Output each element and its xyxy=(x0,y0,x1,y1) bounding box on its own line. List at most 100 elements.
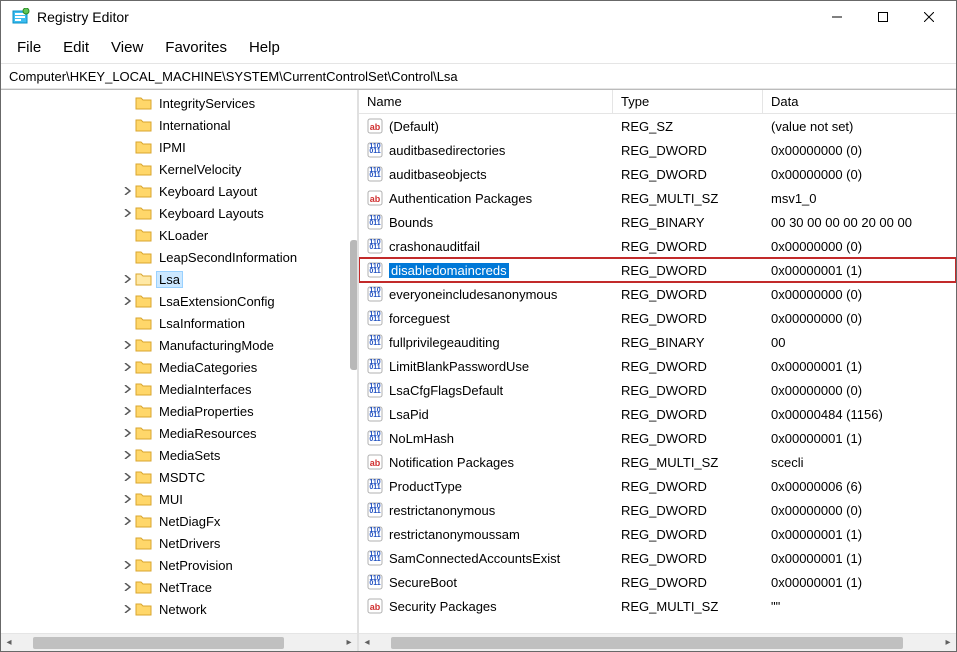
value-row[interactable]: 011110everyoneincludesanonymousREG_DWORD… xyxy=(359,282,956,306)
value-row[interactable]: 011110restrictanonymousREG_DWORD0x000000… xyxy=(359,498,956,522)
minimize-button[interactable] xyxy=(814,1,860,33)
tree-item-leapsecondinformation[interactable]: LeapSecondInformation xyxy=(1,246,357,268)
tree-item-integrityservices[interactable]: IntegrityServices xyxy=(1,92,357,114)
tree-item-international[interactable]: International xyxy=(1,114,357,136)
value-row[interactable]: abAuthentication PackagesREG_MULTI_SZmsv… xyxy=(359,186,956,210)
list-hscrollbar[interactable]: ◂ ▸ xyxy=(359,633,956,651)
scroll-left-arrow[interactable]: ◂ xyxy=(1,637,17,648)
value-row[interactable]: 011110SamConnectedAccountsExistREG_DWORD… xyxy=(359,546,956,570)
tree-item-mediacategories[interactable]: MediaCategories xyxy=(1,356,357,378)
list-hscroll-thumb[interactable] xyxy=(391,637,903,649)
list-pane[interactable]: Name Type Data ab(Default)REG_SZ(value n… xyxy=(359,90,956,651)
tree-item-mediasets[interactable]: MediaSets xyxy=(1,444,357,466)
tree-hscrollbar[interactable]: ◂ ▸ xyxy=(1,633,357,651)
tree-item-msdtc[interactable]: MSDTC xyxy=(1,466,357,488)
cell-type: REG_DWORD xyxy=(613,234,763,258)
value-row[interactable]: abSecurity PackagesREG_MULTI_SZ"" xyxy=(359,594,956,618)
svg-text:011110: 011110 xyxy=(369,503,380,515)
value-row[interactable]: 011110fullprivilegeauditingREG_BINARY00 xyxy=(359,330,956,354)
value-row[interactable]: 011110BoundsREG_BINARY00 30 00 00 00 20 … xyxy=(359,210,956,234)
folder-icon xyxy=(135,160,153,178)
tree-item-manufacturingmode[interactable]: ManufacturingMode xyxy=(1,334,357,356)
tree-item-netdrivers[interactable]: NetDrivers xyxy=(1,532,357,554)
chevron-icon[interactable] xyxy=(121,517,135,525)
menu-view[interactable]: View xyxy=(101,35,153,60)
address-bar[interactable]: Computer\HKEY_LOCAL_MACHINE\SYSTEM\Curre… xyxy=(1,63,956,89)
menu-file[interactable]: File xyxy=(7,35,51,60)
value-row[interactable]: 011110auditbaseobjectsREG_DWORD0x0000000… xyxy=(359,162,956,186)
value-row[interactable]: 011110disabledomaincredsREG_DWORD0x00000… xyxy=(359,258,956,282)
value-row[interactable]: 011110LimitBlankPasswordUseREG_DWORD0x00… xyxy=(359,354,956,378)
chevron-icon[interactable] xyxy=(121,363,135,371)
tree-item-keyboard-layout[interactable]: Keyboard Layout xyxy=(1,180,357,202)
close-button[interactable] xyxy=(906,1,952,33)
value-row[interactable]: 011110ProductTypeREG_DWORD0x00000006 (6) xyxy=(359,474,956,498)
chevron-icon[interactable] xyxy=(121,473,135,481)
chevron-icon[interactable] xyxy=(121,385,135,393)
tree-item-mui[interactable]: MUI xyxy=(1,488,357,510)
value-row[interactable]: 011110SecureBootREG_DWORD0x00000001 (1) xyxy=(359,570,956,594)
tree-item-nettrace[interactable]: NetTrace xyxy=(1,576,357,598)
chevron-icon[interactable] xyxy=(121,605,135,613)
tree-hscroll-thumb[interactable] xyxy=(33,637,284,649)
chevron-icon[interactable] xyxy=(121,187,135,195)
chevron-icon[interactable] xyxy=(121,297,135,305)
chevron-icon[interactable] xyxy=(121,429,135,437)
column-header-data[interactable]: Data xyxy=(763,90,956,113)
tree-scrollbar[interactable] xyxy=(348,130,357,450)
column-header-type[interactable]: Type xyxy=(613,90,763,113)
chevron-icon[interactable] xyxy=(121,561,135,569)
maximize-button[interactable] xyxy=(860,1,906,33)
value-row[interactable]: 011110LsaCfgFlagsDefaultREG_DWORD0x00000… xyxy=(359,378,956,402)
tree-item-kloader[interactable]: KLoader xyxy=(1,224,357,246)
tree-body[interactable]: IntegrityServicesInternationalIPMIKernel… xyxy=(1,90,357,633)
cell-type: REG_DWORD xyxy=(613,474,763,498)
chevron-icon[interactable] xyxy=(121,209,135,217)
value-row[interactable]: abNotification PackagesREG_MULTI_SZscecl… xyxy=(359,450,956,474)
tree-item-network[interactable]: Network xyxy=(1,598,357,620)
tree-item-lsainformation[interactable]: LsaInformation xyxy=(1,312,357,334)
chevron-icon[interactable] xyxy=(121,407,135,415)
value-row[interactable]: 011110restrictanonymoussamREG_DWORD0x000… xyxy=(359,522,956,546)
scroll-left-arrow[interactable]: ◂ xyxy=(359,637,375,648)
value-row[interactable]: ab(Default)REG_SZ(value not set) xyxy=(359,114,956,138)
cell-type: REG_DWORD xyxy=(613,378,763,402)
binary-value-icon: 011110 xyxy=(367,213,385,231)
chevron-icon[interactable] xyxy=(121,451,135,459)
value-row[interactable]: 011110auditbasedirectoriesREG_DWORD0x000… xyxy=(359,138,956,162)
scroll-right-arrow[interactable]: ▸ xyxy=(341,637,357,648)
value-name: LimitBlankPasswordUse xyxy=(389,359,529,374)
title-bar[interactable]: Registry Editor xyxy=(1,1,956,33)
cell-data: (value not set) xyxy=(763,114,956,138)
value-row[interactable]: 011110LsaPidREG_DWORD0x00000484 (1156) xyxy=(359,402,956,426)
tree-scroll-thumb[interactable] xyxy=(350,240,357,370)
menu-favorites[interactable]: Favorites xyxy=(155,35,237,60)
menu-help[interactable]: Help xyxy=(239,35,290,60)
tree-item-ipmi[interactable]: IPMI xyxy=(1,136,357,158)
tree-pane[interactable]: IntegrityServicesInternationalIPMIKernel… xyxy=(1,90,359,651)
value-row[interactable]: 011110NoLmHashREG_DWORD0x00000001 (1) xyxy=(359,426,956,450)
chevron-icon[interactable] xyxy=(121,275,135,283)
list-body[interactable]: ab(Default)REG_SZ(value not set)011110au… xyxy=(359,114,956,633)
cell-data: 0x00000001 (1) xyxy=(763,570,956,594)
tree-item-netdiagfx[interactable]: NetDiagFx xyxy=(1,510,357,532)
tree-item-kernelvelocity[interactable]: KernelVelocity xyxy=(1,158,357,180)
menu-edit[interactable]: Edit xyxy=(53,35,99,60)
tree-item-lsaextensionconfig[interactable]: LsaExtensionConfig xyxy=(1,290,357,312)
cell-name: 011110auditbasedirectories xyxy=(359,138,613,162)
chevron-icon[interactable] xyxy=(121,583,135,591)
tree-item-mediaresources[interactable]: MediaResources xyxy=(1,422,357,444)
tree-item-netprovision[interactable]: NetProvision xyxy=(1,554,357,576)
tree-item-lsa[interactable]: Lsa xyxy=(1,268,357,290)
tree-item-mediainterfaces[interactable]: MediaInterfaces xyxy=(1,378,357,400)
chevron-icon[interactable] xyxy=(121,495,135,503)
chevron-icon[interactable] xyxy=(121,341,135,349)
column-header-name[interactable]: Name xyxy=(359,90,613,113)
tree-item-keyboard-layouts[interactable]: Keyboard Layouts xyxy=(1,202,357,224)
tree-item-label: Lsa xyxy=(157,272,182,287)
value-row[interactable]: 011110forceguestREG_DWORD0x00000000 (0) xyxy=(359,306,956,330)
tree-item-mediaproperties[interactable]: MediaProperties xyxy=(1,400,357,422)
value-row[interactable]: 011110crashonauditfailREG_DWORD0x0000000… xyxy=(359,234,956,258)
scroll-right-arrow[interactable]: ▸ xyxy=(940,637,956,648)
svg-text:011110: 011110 xyxy=(369,287,380,299)
